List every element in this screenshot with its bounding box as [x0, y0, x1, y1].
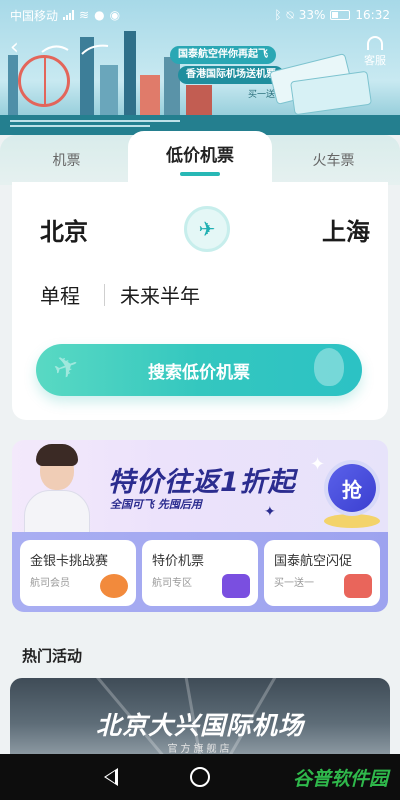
banner-line-1: 国泰航空伴你再起飞 [170, 46, 276, 64]
clock: 16:32 [355, 8, 390, 22]
tab-label: 低价机票 [166, 145, 234, 166]
deal-panel: 特价往返1折起 全国可飞 先囤后用 ✦ ✦ 抢 金银卡挑战赛 航司会员 特价机票… [12, 440, 388, 612]
shortcut-title: 特价机票 [152, 554, 205, 569]
bluetooth-icon: ᛒ [274, 8, 282, 22]
signal-icon [63, 10, 75, 20]
swap-cities-button[interactable]: ✈ [184, 206, 230, 252]
balloon-icon [314, 348, 344, 386]
deal-shortcuts: 金银卡挑战赛 航司会员 特价机票 航司专区 国泰航空闪促 买一送一 [12, 532, 388, 612]
search-button-label: 搜索低价机票 [148, 362, 250, 383]
ticket-illustration [262, 53, 372, 116]
nav-home-icon[interactable] [190, 767, 210, 787]
from-city[interactable]: 北京 [40, 212, 88, 247]
mute-icon: ⍉ [286, 7, 294, 22]
grab-label: 抢 [342, 477, 362, 502]
plane-ticket-icon [222, 574, 250, 598]
tab-low-price-flights[interactable]: 低价机票 [128, 131, 272, 185]
shortcut-cathay-flash-sale[interactable]: 国泰航空闪促 买一送一 [264, 540, 380, 606]
divider [104, 284, 105, 306]
plane-icon: ✈ [48, 346, 85, 389]
deal-subtitle: 全国可飞 先囤后用 [110, 498, 202, 511]
trip-type[interactable]: 单程 [40, 280, 80, 309]
tab-flights[interactable]: 机票 [0, 135, 133, 185]
search-button[interactable]: ✈ 搜索低价机票 [36, 344, 362, 396]
shortcut-special-tickets[interactable]: 特价机票 航司专区 [142, 540, 258, 606]
headset-icon [367, 36, 383, 50]
battery-percent: 33% [298, 8, 326, 22]
discount-box-icon [344, 574, 372, 598]
spokesperson-image [20, 442, 94, 540]
gift-icon [100, 574, 128, 598]
activity-subtitle: 官方旗舰店 [167, 744, 233, 754]
back-icon[interactable]: ‹ [10, 36, 34, 60]
sparkle-icon: ✦ [264, 504, 276, 520]
search-card: 北京 ✈ 上海 单程 未来半年 ✈ 搜索低价机票 [12, 182, 388, 420]
wifi-icon: ≋ [79, 8, 90, 22]
activity-title: 北京大兴国际机场 [95, 711, 304, 740]
activity-card-daxing-airport[interactable]: 北京大兴国际机场 官方旗舰店 [10, 678, 390, 754]
message-icon: ● [94, 8, 105, 22]
screen: 中国移动 ≋ ● ◉ ᛒ ⍉ 33% 16:32 ‹ 国泰航空伴你再起飞 香港国… [0, 0, 400, 800]
shortcut-subtitle: 航司专区 [152, 578, 192, 589]
shortcut-subtitle: 航司会员 [30, 578, 70, 589]
tab-label: 火车票 [312, 153, 355, 169]
status-bar: 中国移动 ≋ ● ◉ ᛒ ⍉ 33% 16:32 [0, 0, 400, 30]
airport-logo-icon [81, 44, 109, 55]
shortcut-gold-silver-card[interactable]: 金银卡挑战赛 航司会员 [20, 540, 136, 606]
service-label: 客服 [364, 54, 386, 67]
deal-banner[interactable]: 特价往返1折起 全国可飞 先囤后用 ✦ ✦ 抢 [12, 440, 388, 540]
coin-icon [324, 514, 380, 528]
shortcut-subtitle: 买一送一 [274, 578, 314, 589]
to-city[interactable]: 上海 [322, 212, 370, 247]
cathay-logo-icon [41, 45, 69, 53]
customer-service-button[interactable]: 客服 [360, 36, 390, 68]
notification-icon: ◉ [109, 8, 121, 22]
carrier-label: 中国移动 [10, 8, 59, 23]
watermark-logo: 谷普软件园 [292, 768, 388, 790]
active-tab-indicator [180, 171, 220, 176]
section-title-hot-activities: 热门活动 [22, 647, 83, 665]
nav-back-icon[interactable] [104, 768, 118, 786]
deal-title: 特价往返1折起 [108, 467, 296, 498]
tab-trains[interactable]: 火车票 [267, 135, 400, 185]
grab-button[interactable]: 抢 [328, 464, 376, 512]
shortcut-title: 国泰航空闪促 [274, 554, 353, 569]
battery-icon [330, 10, 351, 20]
shortcut-title: 金银卡挑战赛 [30, 554, 109, 569]
plane-swap-icon: ✈ [198, 217, 216, 241]
system-nav-bar: 谷普软件园 [0, 754, 400, 800]
sparkle-icon: ✦ [310, 454, 326, 475]
date-period[interactable]: 未来半年 [120, 280, 200, 309]
tab-label: 机票 [52, 153, 81, 169]
